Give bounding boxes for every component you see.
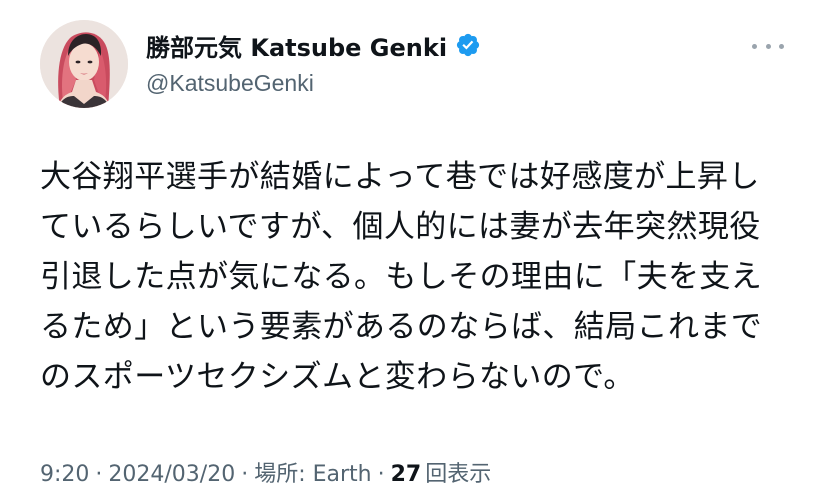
tweet-card: 勝部元気 Katsube Genki @KatsubeGenki 大谷翔平選手が… xyxy=(0,0,828,494)
tweet-text-line: るため」という要素があるのならば、結局これまで xyxy=(40,309,763,345)
views-label: 回表示 xyxy=(425,462,492,487)
author-info: 勝部元気 Katsube Genki @KatsubeGenki xyxy=(146,28,481,97)
verified-badge-icon xyxy=(455,32,481,58)
tweet-meta: 9:20 · 2024/03/20 · 場所: Earth · 27 回表示 xyxy=(40,456,491,488)
meta-separator: · xyxy=(241,462,249,487)
views-count: 27 xyxy=(390,462,422,487)
tweet-text: 大谷翔平選手が結婚によって巷では好感度が上昇し ているらしいですが、個人的には妻… xyxy=(40,152,800,402)
more-dot xyxy=(779,43,784,49)
avatar-image xyxy=(40,20,128,108)
tweet-text-line: ているらしいですが、個人的には妻が去年突然現役 xyxy=(40,209,761,245)
tweet-time[interactable]: 9:20 xyxy=(40,462,89,487)
tweet-location[interactable]: 場所: Earth xyxy=(254,456,371,488)
more-options-icon[interactable] xyxy=(752,36,784,56)
tweet-text-line: 引退した点が気になる。もしその理由に「夫を支え xyxy=(40,259,763,295)
avatar[interactable] xyxy=(40,20,128,108)
more-dot xyxy=(752,43,757,49)
name-row: 勝部元気 Katsube Genki xyxy=(146,28,481,62)
author-handle[interactable]: @KatsubeGenki xyxy=(146,70,481,97)
tweet-text-line: のスポーツセクシズムと変わらないので。 xyxy=(40,359,635,395)
tweet-date[interactable]: 2024/03/20 xyxy=(108,462,235,487)
author-display-name[interactable]: 勝部元気 Katsube Genki xyxy=(146,28,447,63)
tweet-text-line: 大谷翔平選手が結婚によって巷では好感度が上昇し xyxy=(40,159,760,195)
meta-separator: · xyxy=(377,462,385,487)
meta-separator: · xyxy=(95,462,103,487)
more-dot xyxy=(765,43,771,49)
